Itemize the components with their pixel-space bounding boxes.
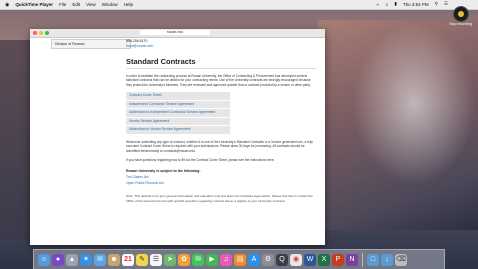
status-area: ≈ ♫ ▮ Thu 3:54 PM ⚲ ☰	[377, 1, 448, 7]
sidebar: Division of Finance	[51, 39, 131, 49]
zoom-icon[interactable]	[45, 31, 49, 35]
wallpaper-left	[0, 40, 30, 240]
instructions-paragraph: If you have questions regarding how to f…	[126, 157, 275, 162]
window-controls	[33, 31, 49, 35]
dock-separator	[362, 252, 363, 267]
sidebar-item-finance[interactable]: Division of Finance	[51, 39, 131, 49]
contact-email[interactable]: floyd@rowan.edu	[126, 44, 316, 49]
wifi-icon[interactable]: ≈	[377, 2, 379, 7]
maps-icon[interactable]: ➤	[164, 253, 176, 266]
ibooks-icon[interactable]: ▤	[234, 253, 246, 266]
trash-icon[interactable]: ⌫	[395, 253, 407, 266]
notes-icon[interactable]: ✎	[136, 253, 148, 266]
menu-clock[interactable]: Thu 3:54 PM	[403, 2, 429, 7]
doc-link-ic-service-agreement[interactable]: Independent Contractor Service Agreement	[126, 100, 230, 110]
browser-titlebar: rowan.edu	[30, 29, 325, 38]
browser-window: rowan.edu Division of Finance 856.256.51…	[30, 29, 325, 245]
downloads-icon[interactable]: ↓	[381, 253, 393, 266]
reminders-icon[interactable]: ☰	[150, 253, 162, 266]
doc-link-vendor-addendum[interactable]: Addendum to Vendor Service Agreement	[126, 126, 230, 135]
powerpoint-icon[interactable]: P	[332, 253, 344, 266]
siri-icon[interactable]: ●	[52, 253, 64, 266]
menu-help[interactable]: Help	[124, 2, 133, 7]
quicktime-icon[interactable]: Q	[276, 253, 288, 266]
doc-link-ic-addendum[interactable]: Addendum to Independent Contractor Servi…	[126, 109, 230, 118]
appstore-icon[interactable]: A	[248, 253, 260, 266]
doc-link-cover-sheet[interactable]: Contract Cover Sheet	[126, 92, 230, 101]
menu-edit[interactable]: Edit	[72, 2, 80, 7]
preferences-icon[interactable]: ⚙	[262, 253, 274, 266]
calendar-icon[interactable]: 21	[122, 253, 134, 266]
menu-app-name[interactable]: QuickTime Player	[15, 2, 53, 7]
wallpaper-mountain	[318, 20, 478, 230]
excel-icon[interactable]: X	[318, 253, 330, 266]
document-list: Contract Cover Sheet Independent Contrac…	[126, 92, 230, 135]
legal-note: Note: This website is for your general i…	[126, 194, 313, 203]
stop-recording-button[interactable]	[453, 6, 469, 22]
onenote-icon[interactable]: N	[346, 253, 358, 266]
dock: ☺ ● ▲ ✶ ✉ ☻ 21 ✎ ☰ ➤ ✿ ✉ ▶ ♫ ▤ A ⚙ Q ◉ W…	[33, 249, 445, 269]
spotlight-icon[interactable]: ⚲	[435, 1, 438, 7]
safari-icon[interactable]: ✶	[80, 253, 92, 266]
link-tort-claims-act[interactable]: Tort Claims Act	[126, 175, 316, 179]
itunes-icon[interactable]: ♫	[220, 253, 232, 266]
title-divider	[126, 68, 316, 69]
link-open-public-records-act[interactable]: Open Public Records Act	[126, 181, 316, 185]
photos-icon[interactable]: ✿	[178, 253, 190, 266]
page-title: Standard Contracts	[126, 57, 196, 66]
subject-heading: Rowan University is subject to the follo…	[126, 169, 201, 174]
facetime-icon[interactable]: ▶	[206, 253, 218, 266]
doc-link-vendor-agreement[interactable]: Vendor Service Agreement	[126, 117, 230, 127]
notification-icon[interactable]: ☰	[444, 1, 448, 7]
record-icon	[458, 11, 464, 17]
messages-icon[interactable]: ✉	[192, 253, 204, 266]
page-content: Division of Finance 856.256.5170 floyd@r…	[30, 38, 325, 245]
contact-info: 856.256.5170 floyd@rowan.edu	[126, 39, 316, 48]
word-icon[interactable]: W	[304, 253, 316, 266]
record-label: Stop recording	[449, 22, 472, 26]
folder-icon[interactable]: □	[367, 253, 379, 266]
apple-menu-icon[interactable]: ◉	[5, 2, 9, 8]
volume-icon[interactable]: ♫	[385, 2, 388, 7]
close-icon[interactable]	[33, 31, 37, 35]
intro-paragraph: In order to facilitate the contracting p…	[126, 74, 311, 87]
menu-view[interactable]: View	[86, 2, 96, 7]
menu-bar: ◉ QuickTime Player File Edit View Window…	[0, 0, 478, 10]
address-bar[interactable]: rowan.edu	[140, 30, 210, 35]
contacts-icon[interactable]: ☻	[108, 253, 120, 266]
menu-file[interactable]: File	[59, 2, 66, 7]
launchpad-icon[interactable]: ▲	[66, 253, 78, 266]
chrome-icon[interactable]: ◉	[290, 253, 302, 266]
submission-paragraph: Whenever submitting any type of contract…	[126, 139, 313, 153]
menu-window[interactable]: Window	[102, 2, 118, 7]
main-content: 856.256.5170 floyd@rowan.edu Standard Co…	[126, 39, 316, 203]
finder-icon[interactable]: ☺	[38, 253, 50, 266]
battery-icon[interactable]: ▮	[394, 1, 396, 7]
mail-icon[interactable]: ✉	[94, 253, 106, 266]
minimize-icon[interactable]	[39, 31, 43, 35]
